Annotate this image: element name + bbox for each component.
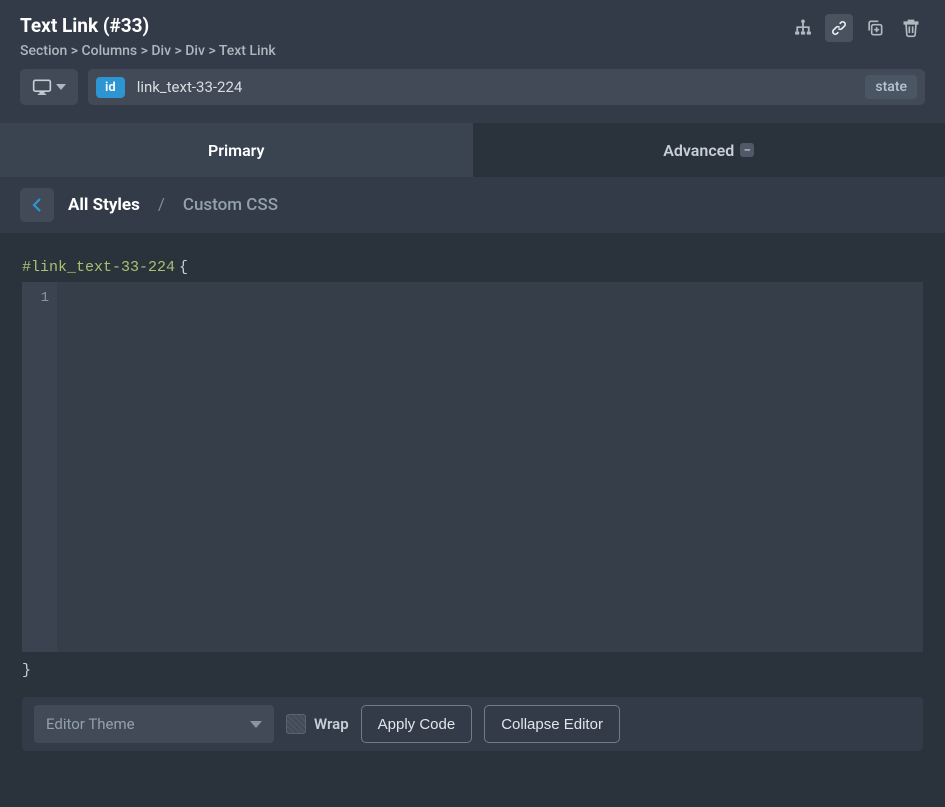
- wrap-toggle[interactable]: Wrap: [286, 714, 349, 734]
- checkbox-icon: [286, 714, 306, 734]
- breadcrumb-item[interactable]: Div: [151, 43, 171, 59]
- structure-icon[interactable]: [789, 14, 817, 42]
- tab-label: Primary: [208, 141, 265, 160]
- id-input[interactable]: [137, 78, 854, 96]
- subnav-root[interactable]: All Styles: [68, 195, 140, 215]
- collapse-editor-button[interactable]: Collapse Editor: [484, 705, 620, 743]
- breadcrumb-item[interactable]: Div: [185, 43, 205, 59]
- tab-advanced[interactable]: Advanced –: [473, 123, 945, 177]
- breadcrumb-item[interactable]: Columns: [82, 43, 138, 59]
- header: Text Link (#33) Section > Columns > Div …: [0, 0, 945, 69]
- apply-code-button[interactable]: Apply Code: [361, 705, 473, 743]
- header-actions: [789, 14, 925, 42]
- id-row: id state: [0, 69, 945, 123]
- subnav: All Styles / Custom CSS: [0, 177, 945, 233]
- code-gutter: 1: [22, 282, 57, 652]
- editor-theme-select[interactable]: Editor Theme: [34, 705, 274, 743]
- gutter-line: 1: [22, 290, 49, 306]
- duplicate-icon[interactable]: [861, 14, 889, 42]
- code-box: 1: [22, 282, 923, 652]
- editor-footer: Editor Theme Wrap Apply Code Collapse Ed…: [22, 697, 923, 751]
- css-selector-line: #link_text-33-224{: [22, 259, 923, 276]
- page-title: Text Link (#33): [20, 14, 276, 37]
- trash-icon[interactable]: [897, 14, 925, 42]
- breadcrumb-item-current: Text Link: [219, 43, 276, 59]
- code-area[interactable]: [57, 282, 923, 652]
- breadcrumb: Section > Columns > Div > Div > Text Lin…: [20, 43, 276, 59]
- wrap-label: Wrap: [314, 715, 349, 733]
- tabs: Primary Advanced –: [0, 123, 945, 177]
- device-select[interactable]: [20, 69, 78, 105]
- tab-primary[interactable]: Primary: [0, 123, 473, 177]
- tab-label: Advanced: [663, 141, 734, 160]
- css-selector: #link_text-33-224: [22, 259, 175, 276]
- theme-select-label: Editor Theme: [46, 715, 135, 733]
- back-button[interactable]: [20, 188, 54, 222]
- breadcrumb-item[interactable]: Section: [20, 43, 67, 59]
- subnav-current: Custom CSS: [183, 195, 278, 215]
- state-button[interactable]: state: [865, 75, 917, 99]
- tab-indicator: –: [740, 143, 754, 157]
- link-icon[interactable]: [825, 14, 853, 42]
- chevron-down-icon: [250, 721, 262, 728]
- id-badge: id: [96, 77, 125, 98]
- css-editor: #link_text-33-224{ 1 }: [0, 233, 945, 679]
- css-close-brace: }: [22, 662, 923, 679]
- chevron-down-icon: [56, 84, 66, 90]
